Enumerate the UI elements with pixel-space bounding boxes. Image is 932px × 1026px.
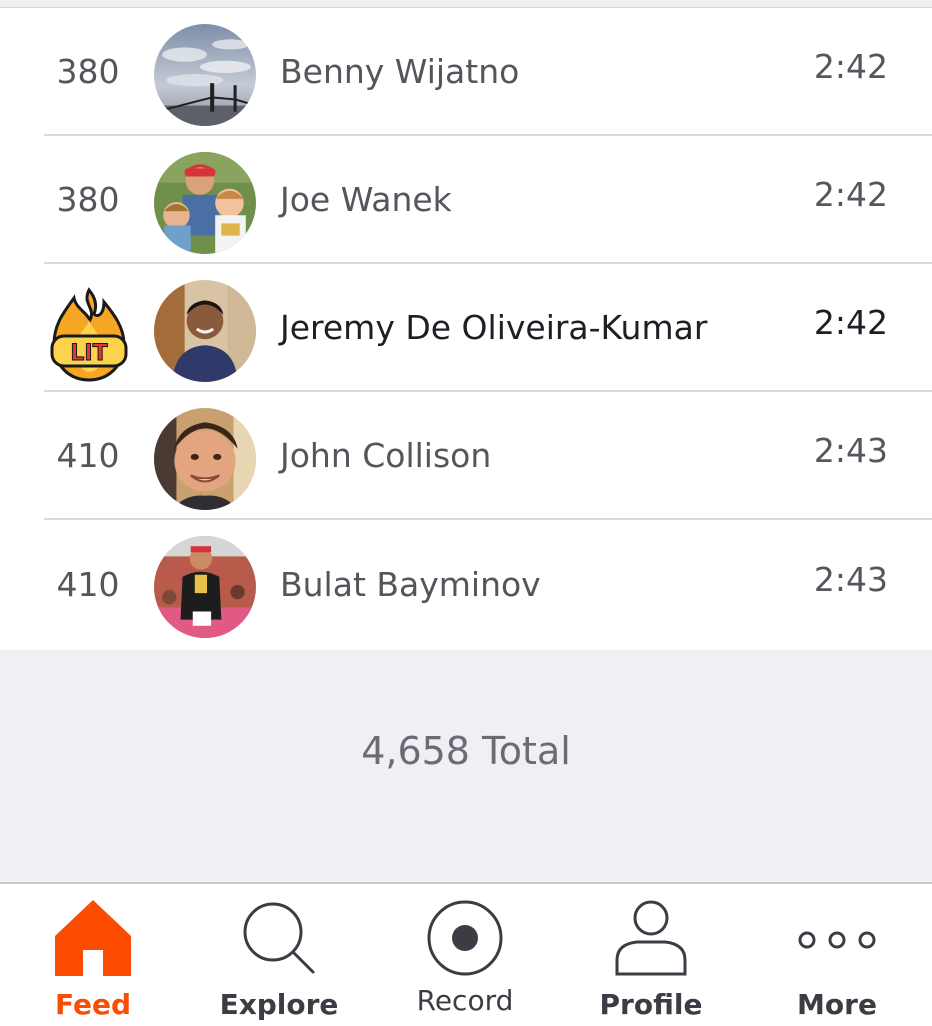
profile-icon <box>611 898 691 982</box>
tab-feed[interactable]: Feed <box>0 884 186 1026</box>
tab-more[interactable]: More <box>744 884 930 1026</box>
leaderboard-row[interactable]: 410 Bulat Bayminov 2:43 <box>44 520 932 648</box>
tab-label: Profile <box>599 988 703 1021</box>
avatar[interactable] <box>154 536 256 638</box>
tab-label: Explore <box>219 988 339 1021</box>
time-value: 2:43 <box>813 559 888 599</box>
tab-record[interactable]: Record <box>372 884 558 1026</box>
rank-label: 410 <box>56 564 120 604</box>
rank-label <box>44 264 132 390</box>
tab-explore[interactable]: Explore <box>186 884 372 1026</box>
time-value: 2:43 <box>813 430 888 470</box>
leaderboard-footer: 4,658 Total <box>0 650 932 882</box>
leaderboard-row[interactable]: 410 John Collison 2:43 <box>44 392 932 520</box>
athlete-name[interactable]: Joe Wanek <box>280 136 452 262</box>
tab-label: Feed <box>54 988 131 1021</box>
athlete-name[interactable]: John Collison <box>280 392 491 518</box>
home-icon <box>53 898 133 982</box>
athlete-name[interactable]: Bulat Bayminov <box>280 520 541 648</box>
record-icon <box>425 898 505 982</box>
total-count: 4,658 Total <box>361 729 571 773</box>
tab-bar: Feed Explore Record Profile More <box>0 882 932 1024</box>
top-divider <box>0 0 932 8</box>
tab-profile[interactable]: Profile <box>558 884 744 1026</box>
leaderboard-list: 380 Benny Wijatno 2:42 380 Joe Wanek 2:4… <box>0 8 932 648</box>
time-value: 2:42 <box>813 302 888 342</box>
search-icon <box>239 898 319 982</box>
rank-label: 380 <box>56 179 120 219</box>
time-value: 2:42 <box>813 174 888 214</box>
leaderboard-row[interactable]: 380 Joe Wanek 2:42 <box>44 136 932 264</box>
leaderboard-row-current-user[interactable]: LIT Jeremy De Oliveira-Kumar 2:42 <box>44 264 932 392</box>
leaderboard-row[interactable]: 380 Benny Wijatno 2:42 <box>44 8 932 136</box>
avatar[interactable] <box>154 408 256 510</box>
more-icon <box>797 898 877 982</box>
tab-label: Record <box>416 984 514 1017</box>
avatar[interactable] <box>154 280 256 382</box>
rank-label: 410 <box>56 435 120 475</box>
rank-label: 380 <box>56 51 120 91</box>
time-value: 2:42 <box>813 46 888 86</box>
athlete-name[interactable]: Benny Wijatno <box>280 8 519 134</box>
avatar[interactable] <box>154 24 256 126</box>
tab-label: More <box>797 988 877 1021</box>
avatar[interactable] <box>154 152 256 254</box>
athlete-name[interactable]: Jeremy De Oliveira-Kumar <box>280 264 707 390</box>
